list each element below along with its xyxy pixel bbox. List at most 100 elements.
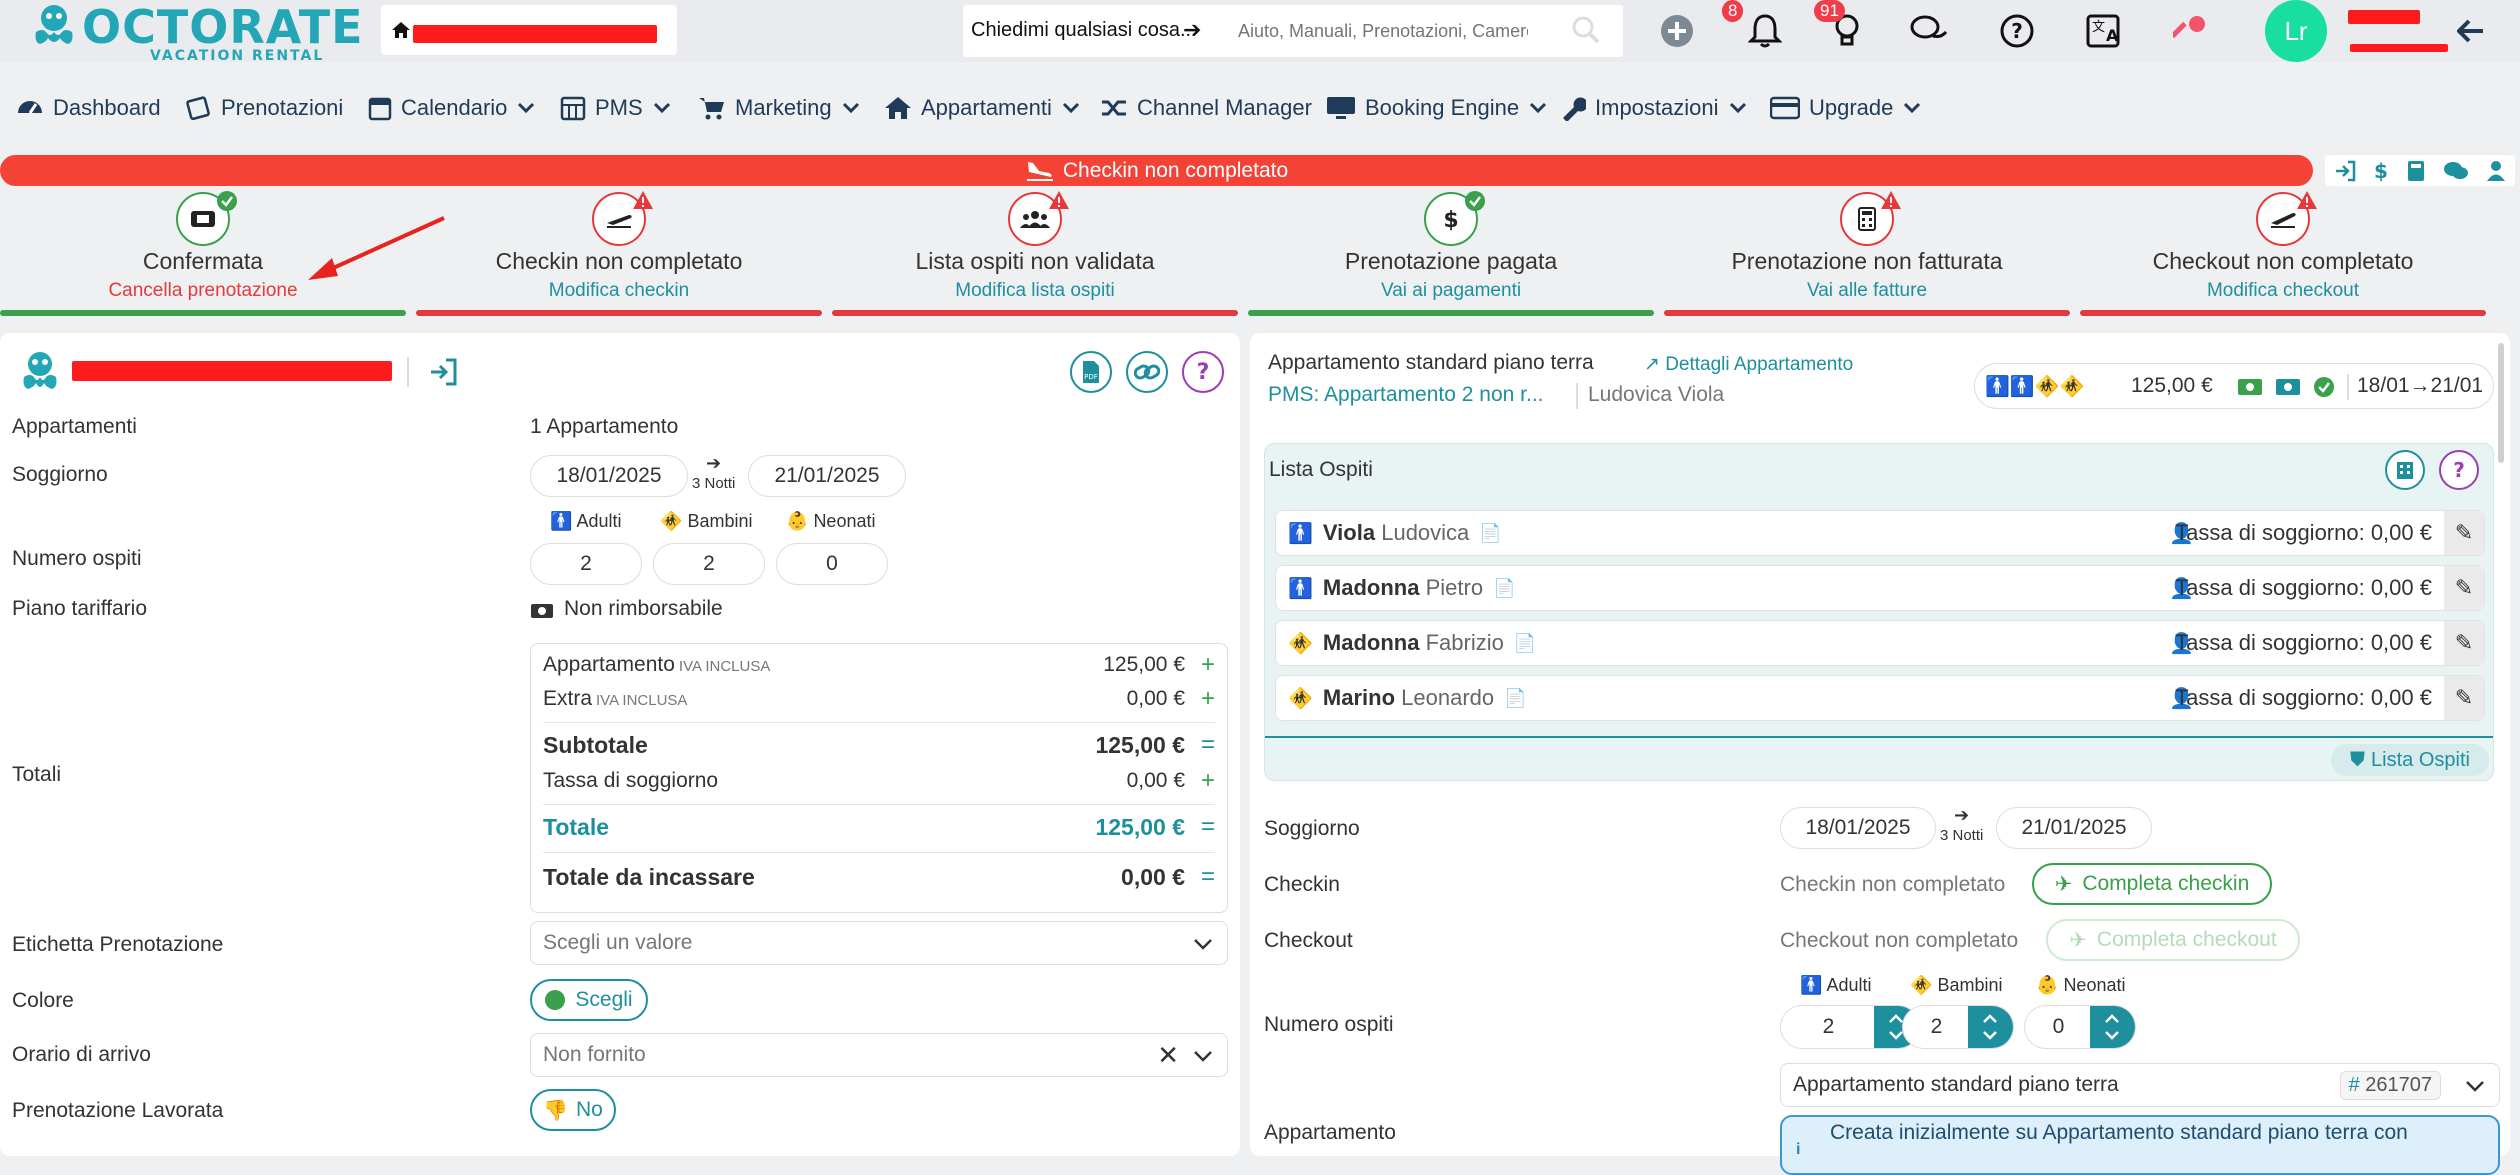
edit-guest-list-link[interactable]: Modifica lista ospiti xyxy=(832,280,1238,302)
nav-dashboard[interactable]: Dashboard xyxy=(16,92,161,124)
check-circle-icon xyxy=(2314,377,2334,397)
room-select[interactable]: Appartamento standard piano terra # 2617… xyxy=(1780,1063,2500,1107)
nav-upgrade[interactable]: Upgrade xyxy=(1770,92,1930,124)
nav-calendario[interactable]: Calendario xyxy=(368,92,544,124)
bambini-value[interactable]: 2 xyxy=(653,543,765,585)
step-title: Prenotazione pagata xyxy=(1344,248,1558,274)
stepper-value[interactable]: 2 xyxy=(1781,1006,1876,1048)
key-icon[interactable] xyxy=(2170,10,2212,52)
checkin-date[interactable]: 18/01/2025 xyxy=(530,455,688,497)
translate-icon[interactable]: A文 xyxy=(2082,10,2124,52)
nav-label: Booking Engine xyxy=(1365,95,1520,120)
checkout-date[interactable]: 21/01/2025 xyxy=(748,455,906,497)
nav-channel-manager[interactable]: Channel Manager xyxy=(1100,92,1312,124)
label-soggiorno: Soggiorno xyxy=(1264,817,1360,840)
complete-checkin-button[interactable]: ✈ Completa checkin xyxy=(2032,863,2272,905)
guest-row[interactable]: 🚸 Madonna Fabrizio 📄 👤 Tassa di soggiorn… xyxy=(1275,620,2485,666)
dollar-icon[interactable]: $ xyxy=(2373,159,2389,183)
stepper-value[interactable]: 2 xyxy=(1903,1006,1970,1048)
payments-link[interactable]: Vai ai pagamenti xyxy=(1248,280,1654,302)
help-button[interactable]: ? xyxy=(2439,450,2479,490)
comments-icon[interactable] xyxy=(2443,160,2469,182)
stepper-arrows-icon[interactable] xyxy=(1968,1006,2013,1048)
login-icon[interactable] xyxy=(428,357,458,387)
guest-first-name: Ludovica xyxy=(1381,520,1470,545)
shuffle-icon xyxy=(1102,100,1126,116)
plus-icon[interactable]: + xyxy=(1185,685,1215,713)
search-input[interactable] xyxy=(1238,13,1528,49)
avatar[interactable]: Lr xyxy=(2265,0,2327,62)
step-bar xyxy=(2080,310,2486,316)
login-icon[interactable] xyxy=(2334,160,2356,182)
bambini-stepper[interactable]: 2 xyxy=(1902,1005,2014,1049)
user-icon[interactable] xyxy=(2486,160,2506,182)
divider xyxy=(1576,383,1578,409)
edit-checkin-link[interactable]: Modifica checkin xyxy=(416,280,822,302)
id-card-icon: 📄 xyxy=(1493,577,1516,598)
pms-link[interactable]: PMS: Appartamento 2 non r... xyxy=(1268,383,1544,407)
logo-text[interactable]: OCTORATE xyxy=(82,0,364,54)
nav-booking-engine[interactable]: Booking Engine xyxy=(1326,92,1556,124)
complete-checkout-button[interactable]: ✈ Completa checkout xyxy=(2046,919,2300,961)
pencil-icon[interactable]: ✎ xyxy=(2444,566,2484,610)
chat-icon[interactable] xyxy=(1908,10,1950,52)
guest-first-name: Fabrizio xyxy=(1425,630,1504,655)
nav-marketing[interactable]: Marketing xyxy=(698,92,869,124)
row-value: 0,00 € xyxy=(1126,687,1185,710)
pdf-button[interactable]: PDF xyxy=(1070,351,1112,393)
plus-icon[interactable]: + xyxy=(1185,767,1215,795)
guest-row[interactable]: 🚹 Madonna Pietro 📄 👤 Tassa di soggiorno:… xyxy=(1275,565,2485,611)
plane-departure-icon xyxy=(2256,191,2317,246)
add-icon[interactable] xyxy=(1656,10,1698,52)
building-button[interactable] xyxy=(2385,450,2425,490)
bell-icon[interactable] xyxy=(1744,10,1786,52)
lavorata-button[interactable]: 👎 No xyxy=(530,1089,616,1131)
stepper-value[interactable]: 0 xyxy=(2025,1006,2092,1048)
nav-pms[interactable]: PMS xyxy=(560,92,680,124)
ask-label[interactable]: Chiedimi qualsiasi cosa... xyxy=(971,19,1197,42)
adulti-value[interactable]: 2 xyxy=(530,543,642,585)
neonati-stepper[interactable]: 0 xyxy=(2024,1005,2136,1049)
clear-icon[interactable]: ✕ xyxy=(1157,1040,1179,1071)
etichetta-select[interactable]: Scegli un valore xyxy=(530,921,1228,965)
help-icon[interactable]: ? xyxy=(1996,10,2038,52)
scrollbar[interactable] xyxy=(2498,343,2504,463)
neonati-value[interactable]: 0 xyxy=(776,543,888,585)
nav-appartamenti[interactable]: Appartamenti xyxy=(884,92,1089,124)
calculator-icon[interactable] xyxy=(2407,160,2425,182)
chevron-down-icon xyxy=(1530,102,1547,114)
checkin-date[interactable]: 18/01/2025 xyxy=(1780,807,1936,849)
guest-list-button[interactable]: ⛊ Lista Ospiti xyxy=(2331,744,2489,776)
orario-select[interactable]: Non fornito ✕ xyxy=(530,1033,1228,1077)
arrow-left-icon[interactable] xyxy=(2450,10,2492,52)
plus-icon[interactable]: + xyxy=(1185,651,1215,679)
cancel-booking-link[interactable]: Cancella prenotazione xyxy=(0,280,406,302)
room-id: 261707 xyxy=(2365,1074,2432,1096)
guest-row[interactable]: 🚸 Marino Leonardo 📄 👤 Tassa di soggiorno… xyxy=(1275,675,2485,721)
nav-prenotazioni[interactable]: Prenotazioni xyxy=(186,92,343,124)
pencil-icon[interactable]: ✎ xyxy=(2444,511,2484,555)
property-selector[interactable] xyxy=(381,5,677,55)
check-circle-icon xyxy=(217,191,237,211)
invoices-link[interactable]: Vai alle fatture xyxy=(1664,280,2070,302)
checkout-date[interactable]: 21/01/2025 xyxy=(1996,807,2152,849)
adulti-stepper[interactable]: 2 xyxy=(1780,1005,1920,1049)
room-details-link[interactable]: ↗ Dettagli Appartamento xyxy=(1644,353,1853,376)
baby-icon: 👶 xyxy=(2036,975,2059,995)
pencil-icon[interactable]: ✎ xyxy=(2444,676,2484,720)
search-icon[interactable] xyxy=(1571,15,1601,45)
nav-impostazioni[interactable]: Impostazioni xyxy=(1560,92,1756,124)
pencil-icon[interactable]: ✎ xyxy=(2444,621,2484,665)
adulti-text: Adulti xyxy=(576,511,622,531)
link-button[interactable] xyxy=(1126,351,1168,393)
checkin-alert-bar[interactable]: Checkin non completato xyxy=(0,155,2313,186)
stepper-arrows-icon[interactable] xyxy=(2090,1006,2135,1048)
total-row-totale: Totale 125,00 € = xyxy=(543,812,1215,842)
main-navigation: Dashboard Prenotazioni Calendario PMS Ma… xyxy=(0,86,2520,130)
equals-icon: = xyxy=(1200,863,1215,890)
edit-checkout-link[interactable]: Modifica checkout xyxy=(2080,280,2486,302)
dashboard-icon xyxy=(18,101,42,114)
color-choose-button[interactable]: Scegli xyxy=(530,979,648,1021)
guest-row[interactable]: 🚹 Viola Ludovica 📄 👤 Tassa di soggiorno:… xyxy=(1275,510,2485,556)
help-button[interactable]: ? xyxy=(1182,351,1224,393)
